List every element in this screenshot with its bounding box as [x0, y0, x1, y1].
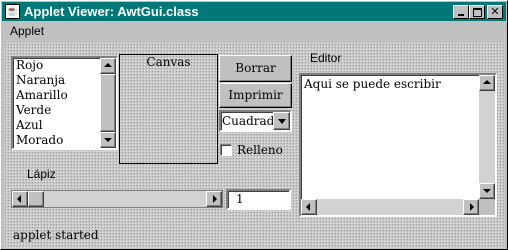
slider-left-button[interactable] [12, 191, 28, 207]
pencil-value-field[interactable]: 1 [226, 189, 291, 210]
scroll-down-button[interactable] [100, 132, 116, 148]
shape-select[interactable]: Cuadrado [219, 110, 292, 132]
maximize-button[interactable] [469, 5, 485, 19]
slider-thumb[interactable] [28, 191, 44, 207]
menu-item-applet[interactable]: Applet [10, 24, 44, 38]
scroll-thumb[interactable] [100, 74, 116, 132]
arrow-left-icon [306, 203, 310, 211]
relleno-label: Relleno [237, 143, 283, 157]
minimize-button[interactable] [453, 5, 469, 19]
relleno-checkbox[interactable] [220, 144, 232, 156]
editor-scroll-down-button[interactable] [479, 183, 495, 199]
list-item[interactable]: Azul [16, 118, 43, 133]
arrow-up-icon [483, 80, 491, 84]
scroll-up-button[interactable] [100, 58, 116, 74]
list-item[interactable]: Rojo [16, 58, 43, 73]
list-item[interactable]: Verde [16, 103, 51, 118]
editor-scroll-right-button[interactable] [463, 199, 479, 215]
title-bar: ☕ Applet Viewer: AwtGui.class ✕ [2, 2, 506, 21]
color-list[interactable]: Rojo Naranja Amarillo Verde Azul Morado [11, 56, 118, 150]
arrow-right-icon [213, 195, 217, 203]
close-button[interactable]: ✕ [487, 5, 503, 19]
minimize-icon [458, 14, 464, 16]
scroll-corner [479, 199, 495, 215]
editor-vertical-scrollbar[interactable] [479, 75, 495, 199]
editor-horizontal-scrollbar[interactable] [301, 199, 479, 215]
canvas-label: Canvas [146, 55, 191, 69]
editor-scroll-left-button[interactable] [301, 199, 317, 215]
slider-right-button[interactable] [206, 191, 222, 207]
list-item[interactable]: Amarillo [16, 88, 68, 103]
java-icon: ☕ [5, 4, 20, 19]
close-icon: ✕ [490, 5, 500, 18]
pencil-slider[interactable] [11, 190, 223, 208]
list-item[interactable]: Morado [16, 133, 63, 148]
pencil-value: 1 [236, 192, 244, 206]
chevron-down-icon [278, 119, 286, 124]
status-text: applet started [13, 228, 99, 242]
drawing-canvas[interactable]: Canvas [119, 54, 218, 164]
arrow-right-icon [470, 203, 474, 211]
arrow-left-icon [17, 195, 21, 203]
window-title: Applet Viewer: AwtGui.class [24, 4, 199, 19]
imprimir-button[interactable]: Imprimir [219, 83, 292, 108]
shape-select-dropdown-button[interactable] [273, 112, 290, 130]
borrar-button[interactable]: Borrar [219, 55, 292, 82]
pencil-label: Lápiz [27, 167, 56, 181]
arrow-up-icon [104, 63, 112, 67]
list-item[interactable]: Naranja [16, 73, 65, 88]
editor-scroll-up-button[interactable] [479, 75, 495, 91]
maximize-icon [472, 8, 482, 17]
applet-window: ☕ Applet Viewer: AwtGui.class ✕ Applet R… [0, 0, 508, 250]
list-scrollbar[interactable] [100, 58, 116, 148]
editor-label: Editor [310, 51, 342, 65]
editor-text: Aqui se puede escribir [304, 77, 441, 91]
editor-textarea[interactable]: Aqui se puede escribir [299, 73, 497, 217]
arrow-down-icon [104, 138, 112, 142]
arrow-down-icon [483, 189, 491, 193]
